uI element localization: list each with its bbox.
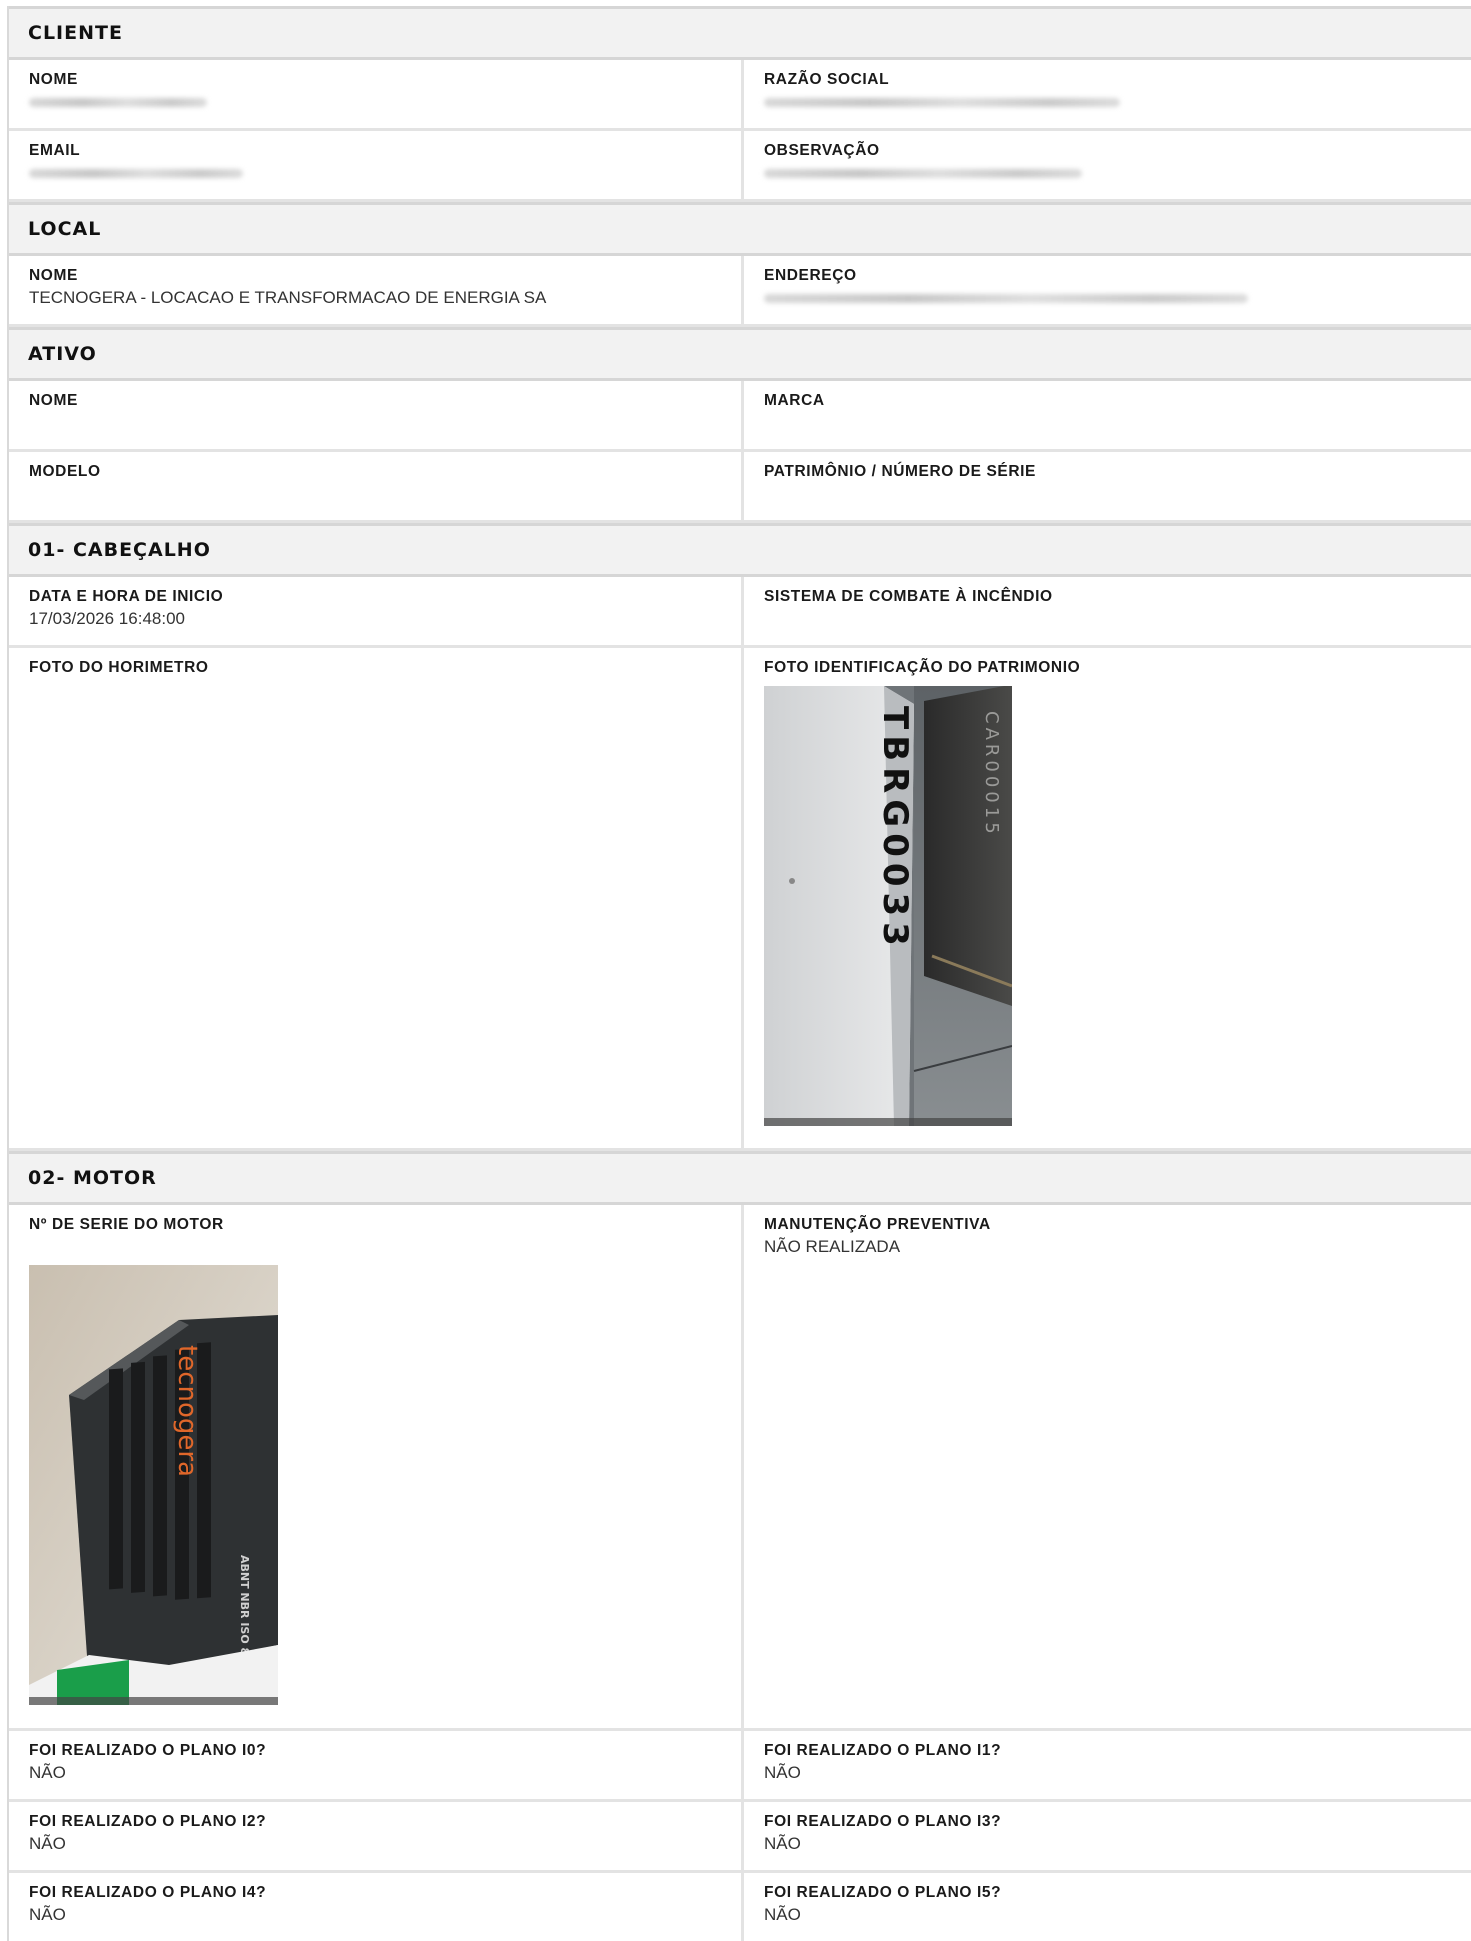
plan-i0-value: NÃO [29,1763,66,1782]
plan-i3-label: FOI REALIZADO O PLANO I3? [764,1813,1002,1830]
local-endereco-redacted [764,294,1248,303]
ativo-row-2: MODELO PATRIMÔNIO / NÚMERO DE SÉRIE [9,452,1471,523]
cliente-observacao-redacted [764,169,1082,178]
cliente-nome-label: NOME [29,71,78,88]
plan-i1-cell: FOI REALIZADO O PLANO I1? NÃO [744,1731,1471,1799]
ativo-patrimonio-label: PATRIMÔNIO / NÚMERO DE SÉRIE [764,463,1036,480]
patrimonio-photo-side-text: CAR00015 [981,711,1002,838]
cliente-nome-redacted [29,98,207,107]
plan-i5-cell: FOI REALIZADO O PLANO I5? NÃO [744,1873,1471,1941]
cliente-razao-label: RAZÃO SOCIAL [764,71,890,88]
local-row: NOME TECNOGERA - LOCACAO E TRANSFORMACAO… [9,256,1471,327]
local-nome-label: NOME [29,267,78,284]
section-local-title: LOCAL [9,202,1471,256]
cliente-row-2: EMAIL OBSERVAÇÃO [9,131,1471,202]
plan-i5-value: NÃO [764,1905,801,1924]
motor-plate-brand-text: tecnogera [172,1345,202,1477]
plan-i4-label: FOI REALIZADO O PLANO I4? [29,1884,267,1901]
plan-i3-value: NÃO [764,1834,801,1853]
motor-plans-row-1: FOI REALIZADO O PLANO I0? NÃO FOI REALIZ… [9,1731,1471,1802]
ativo-nome-label: NOME [29,392,78,409]
ativo-patrimonio-cell: PATRIMÔNIO / NÚMERO DE SÉRIE [744,452,1471,520]
cliente-observacao-label: OBSERVAÇÃO [764,142,880,159]
ativo-row-1: NOME MARCA [9,381,1471,452]
patrimonio-photo-main-text: TBRG0033 [875,706,915,952]
cabecalho-sistema-label: SISTEMA DE COMBATE À INCÊNDIO [764,588,1053,605]
motor-serie-photo[interactable]: tecnogera ABNT NBR ISO 8528 [29,1265,721,1705]
plan-i3-cell: FOI REALIZADO O PLANO I3? NÃO [744,1802,1471,1870]
local-nome-cell: NOME TECNOGERA - LOCACAO E TRANSFORMACAO… [9,256,744,324]
motor-manutencao-label: MANUTENÇÃO PREVENTIVA [764,1216,991,1233]
cabecalho-foto-horimetro-cell: FOTO DO HORIMETRO [9,648,744,1148]
cliente-razao-cell: RAZÃO SOCIAL [744,60,1471,128]
plan-i2-value: NÃO [29,1834,66,1853]
ativo-marca-label: MARCA [764,392,825,409]
plan-i1-value: NÃO [764,1763,801,1782]
plan-i2-label: FOI REALIZADO O PLANO I2? [29,1813,267,1830]
cliente-email-redacted [29,169,243,178]
ativo-nome-cell: NOME [9,381,744,449]
cabecalho-sistema-cell: SISTEMA DE COMBATE À INCÊNDIO [744,577,1471,645]
cabecalho-foto-patrimonio-label: FOTO IDENTIFICAÇÃO DO PATRIMONIO [764,659,1081,676]
plan-i2-cell: FOI REALIZADO O PLANO I2? NÃO [9,1802,744,1870]
plan-i4-value: NÃO [29,1905,66,1924]
local-nome-value: TECNOGERA - LOCACAO E TRANSFORMACAO DE E… [29,288,547,307]
ativo-modelo-cell: MODELO [9,452,744,520]
cliente-email-label: EMAIL [29,142,81,159]
cliente-row-1: NOME RAZÃO SOCIAL [9,60,1471,131]
patrimonio-photo[interactable]: TBRG0033 CAR00015 [764,686,1453,1126]
plan-i0-cell: FOI REALIZADO O PLANO I0? NÃO [9,1731,744,1799]
cliente-razao-redacted [764,98,1120,107]
cabecalho-foto-patrimonio-cell: FOTO IDENTIFICAÇÃO DO PATRIMONIO TBRG003… [744,648,1471,1148]
cabecalho-foto-horimetro-label: FOTO DO HORIMETRO [29,659,209,676]
cabecalho-row-1: DATA E HORA DE INICIO 17/03/2026 16:48:0… [9,577,1471,648]
patrimonio-photo-image: TBRG0033 CAR00015 [764,686,1012,1126]
local-endereco-label: ENDEREÇO [764,267,857,284]
cabecalho-data-cell: DATA E HORA DE INICIO 17/03/2026 16:48:0… [9,577,744,645]
ativo-marca-cell: MARCA [744,381,1471,449]
motor-serie-cell: Nº DE SERIE DO MOTOR tecnogera ABNT NBR … [9,1205,744,1728]
cabecalho-data-label: DATA E HORA DE INICIO [29,588,224,605]
plan-i5-label: FOI REALIZADO O PLANO I5? [764,1884,1002,1901]
section-cliente-title: CLIENTE [9,6,1471,60]
cliente-nome-cell: NOME [9,60,744,128]
ativo-modelo-label: MODELO [29,463,101,480]
local-endereco-cell: ENDEREÇO [744,256,1471,324]
section-ativo-title: ATIVO [9,327,1471,381]
motor-serie-label: Nº DE SERIE DO MOTOR [29,1216,224,1233]
cabecalho-data-value: 17/03/2026 16:48:00 [29,609,185,628]
cabecalho-row-2: FOTO DO HORIMETRO FOTO IDENTIFICAÇÃO DO … [9,648,1471,1151]
motor-plans-row-3: FOI REALIZADO O PLANO I4? NÃO FOI REALIZ… [9,1873,1471,1941]
motor-serie-photo-image: tecnogera ABNT NBR ISO 8528 [29,1265,278,1705]
motor-manutencao-cell: MANUTENÇÃO PREVENTIVA NÃO REALIZADA [744,1205,1471,1728]
motor-plans-row-2: FOI REALIZADO O PLANO I2? NÃO FOI REALIZ… [9,1802,1471,1873]
inspection-report: CLIENTE NOME RAZÃO SOCIAL EMAIL OBSERVAÇ… [7,6,1471,1941]
plan-i1-label: FOI REALIZADO O PLANO I1? [764,1742,1002,1759]
section-motor-title: 02- MOTOR [9,1151,1471,1205]
cliente-observacao-cell: OBSERVAÇÃO [744,131,1471,199]
cliente-email-cell: EMAIL [9,131,744,199]
plan-i4-cell: FOI REALIZADO O PLANO I4? NÃO [9,1873,744,1941]
motor-row-1: Nº DE SERIE DO MOTOR tecnogera ABNT NBR … [9,1205,1471,1731]
plan-i0-label: FOI REALIZADO O PLANO I0? [29,1742,267,1759]
motor-manutencao-value: NÃO REALIZADA [764,1237,901,1256]
section-cabecalho-title: 01- CABEÇALHO [9,523,1471,577]
